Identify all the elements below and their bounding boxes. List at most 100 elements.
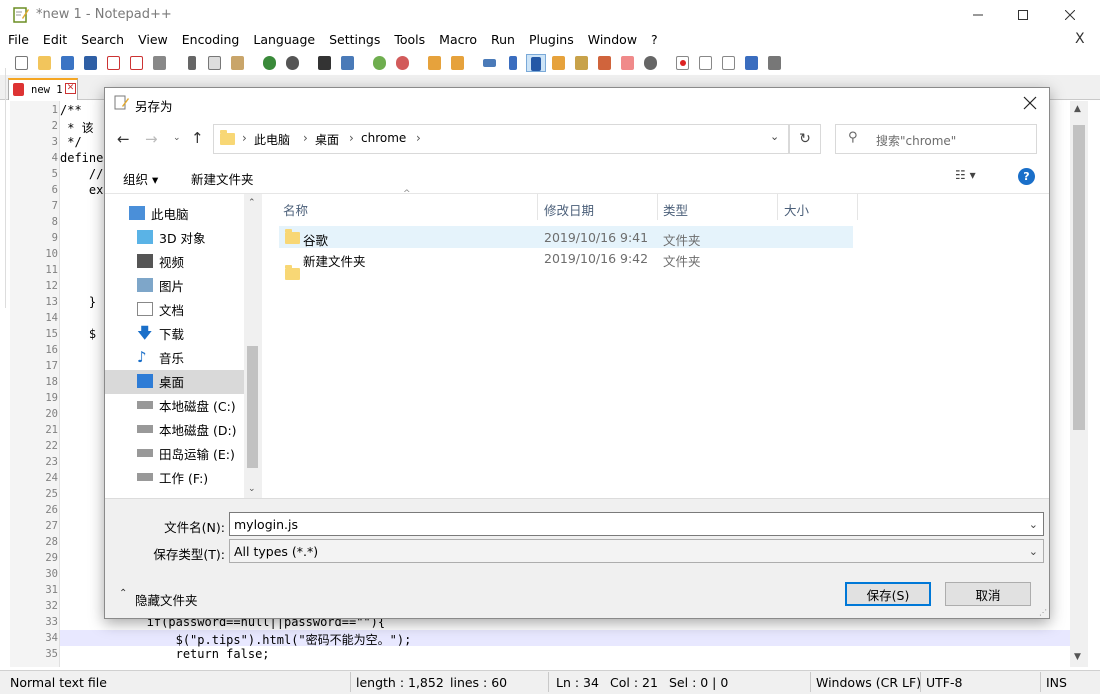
udl-icon[interactable] [549, 54, 569, 72]
nav-scroll-down-icon[interactable]: ⌄ [248, 484, 256, 494]
save-button[interactable]: 保存(S) [845, 582, 931, 606]
breadcrumb-chrome[interactable]: chrome [361, 131, 406, 145]
forward-arrow-icon[interactable]: → [145, 130, 158, 148]
close-document-button[interactable]: X [1075, 31, 1085, 47]
record-macro-icon[interactable] [673, 54, 693, 72]
tab-close-icon[interactable]: ✕ [65, 83, 76, 94]
zoom-out-icon[interactable] [393, 54, 413, 72]
nav-drive-c[interactable]: 本地磁盘 (C:) [137, 394, 236, 416]
resize-grip-icon[interactable]: ⋰ [1039, 608, 1047, 617]
address-bar[interactable]: › 此电脑 › 桌面 › chrome › ⌄ [213, 124, 789, 154]
nav-3d-objects[interactable]: 3D 对象 [137, 226, 206, 248]
folder-workspace-icon[interactable] [618, 54, 638, 72]
function-list-icon[interactable] [595, 54, 615, 72]
scroll-up-icon[interactable]: ▲ [1074, 104, 1081, 114]
nav-pictures[interactable]: 图片 [137, 274, 184, 296]
maximize-button[interactable] [1000, 0, 1046, 30]
menu-window[interactable]: Window [580, 30, 643, 50]
indent-guide-icon[interactable] [526, 53, 546, 72]
save-icon[interactable] [58, 54, 78, 72]
save-all-icon[interactable] [81, 54, 101, 72]
nav-videos[interactable]: 视频 [137, 250, 184, 272]
play-macro-icon[interactable] [719, 54, 739, 72]
up-arrow-icon[interactable]: ↑ [191, 129, 204, 147]
zoom-in-icon[interactable] [370, 54, 390, 72]
menu-search[interactable]: Search [73, 30, 130, 50]
undo-icon[interactable] [260, 54, 280, 72]
view-options-icon[interactable]: ☷ ▾ [955, 168, 976, 182]
cut-icon[interactable] [182, 54, 202, 72]
word-wrap-icon[interactable] [480, 54, 500, 72]
nav-drive-f[interactable]: 工作 (F:) [137, 466, 208, 488]
show-all-chars-icon[interactable] [503, 54, 523, 72]
monitor-icon[interactable] [641, 54, 661, 72]
print-icon[interactable] [150, 54, 170, 72]
nav-pane-scroll-thumb[interactable] [247, 346, 258, 468]
search-box[interactable]: ⚲ 搜索"chrome" [835, 124, 1037, 154]
menu-tools[interactable]: Tools [386, 30, 431, 50]
column-header-size[interactable]: 大小 [784, 200, 809, 219]
breadcrumb-desktop[interactable]: 桌面 [315, 131, 339, 148]
hide-folders-toggle[interactable]: 隐藏文件夹 [135, 590, 198, 609]
menu-help[interactable]: ? [643, 30, 664, 50]
copy-icon[interactable] [205, 54, 225, 72]
sync-h-icon[interactable] [448, 54, 468, 72]
help-icon[interactable]: ? [1018, 168, 1035, 185]
tab-new-1[interactable]: new 1 ✕ [8, 78, 78, 100]
filetype-select[interactable]: All types (*.*) ⌄ [229, 539, 1044, 563]
menu-view[interactable]: View [130, 30, 174, 50]
chevron-down-icon[interactable]: ⌄ [1029, 545, 1038, 558]
close-file-icon[interactable] [104, 54, 124, 72]
nav-this-pc[interactable]: 此电脑 [129, 202, 189, 224]
status-encoding[interactable]: UTF-8 [926, 675, 962, 690]
menu-plugins[interactable]: Plugins [521, 30, 580, 50]
sync-v-icon[interactable] [425, 54, 445, 72]
doc-map-icon[interactable] [572, 54, 592, 72]
address-dropdown-icon[interactable]: ⌄ [770, 130, 779, 143]
column-header-type[interactable]: 类型 [663, 200, 688, 219]
nav-downloads[interactable]: 🡇 下载 [137, 322, 184, 344]
save-macro-icon[interactable] [765, 54, 785, 72]
nav-scroll-up-icon[interactable]: ⌃ [248, 198, 256, 208]
minimize-button[interactable] [955, 0, 1001, 30]
close-all-icon[interactable] [127, 54, 147, 72]
menu-file[interactable]: File [0, 30, 35, 50]
menu-settings[interactable]: Settings [321, 30, 386, 50]
find-icon[interactable] [315, 54, 335, 72]
organize-button[interactable]: 组织 ▾ [123, 169, 158, 188]
chevron-down-icon[interactable]: ⌄ [1029, 518, 1038, 531]
paste-icon[interactable] [228, 54, 248, 72]
menu-macro[interactable]: Macro [431, 30, 483, 50]
menu-encoding[interactable]: Encoding [174, 30, 246, 50]
cancel-button[interactable]: 取消 [945, 582, 1031, 606]
nav-documents[interactable]: 文档 [137, 298, 184, 320]
open-file-icon[interactable] [35, 54, 55, 72]
filename-input[interactable]: mylogin.js ⌄ [229, 512, 1044, 536]
redo-icon[interactable] [283, 54, 303, 72]
nav-drive-d[interactable]: 本地磁盘 (D:) [137, 418, 237, 440]
new-folder-button[interactable]: 新建文件夹 [191, 169, 254, 188]
nav-drive-e[interactable]: 田岛运输 (E:) [137, 442, 235, 464]
menu-run[interactable]: Run [483, 30, 521, 50]
new-file-icon[interactable] [12, 54, 32, 72]
status-eol[interactable]: Windows (CR LF) [816, 675, 921, 690]
chevron-up-icon[interactable]: ⌃ [119, 588, 127, 599]
replace-icon[interactable] [338, 54, 358, 72]
menu-language[interactable]: Language [245, 30, 321, 50]
run-macro-multiple-icon[interactable] [742, 54, 762, 72]
stop-macro-icon[interactable] [696, 54, 716, 72]
recent-locations-chevron-icon[interactable]: ⌄ [173, 133, 181, 143]
back-arrow-icon[interactable]: ← [117, 130, 130, 148]
close-window-button[interactable] [1047, 0, 1093, 30]
nav-music[interactable]: ♪ 音乐 [137, 346, 184, 368]
column-header-name[interactable]: 名称 [283, 200, 308, 219]
column-header-date[interactable]: 修改日期 [544, 200, 594, 219]
breadcrumb-this-pc[interactable]: 此电脑 [254, 131, 290, 148]
editor-scroll-thumb[interactable] [1073, 125, 1085, 430]
status-insert-mode[interactable]: INS [1046, 675, 1067, 690]
dialog-close-button[interactable] [1023, 91, 1037, 115]
menu-edit[interactable]: Edit [35, 30, 73, 50]
scroll-down-icon[interactable]: ▼ [1074, 652, 1081, 662]
refresh-button[interactable]: ↻ [789, 124, 821, 154]
nav-desktop[interactable]: 桌面 [137, 370, 184, 392]
